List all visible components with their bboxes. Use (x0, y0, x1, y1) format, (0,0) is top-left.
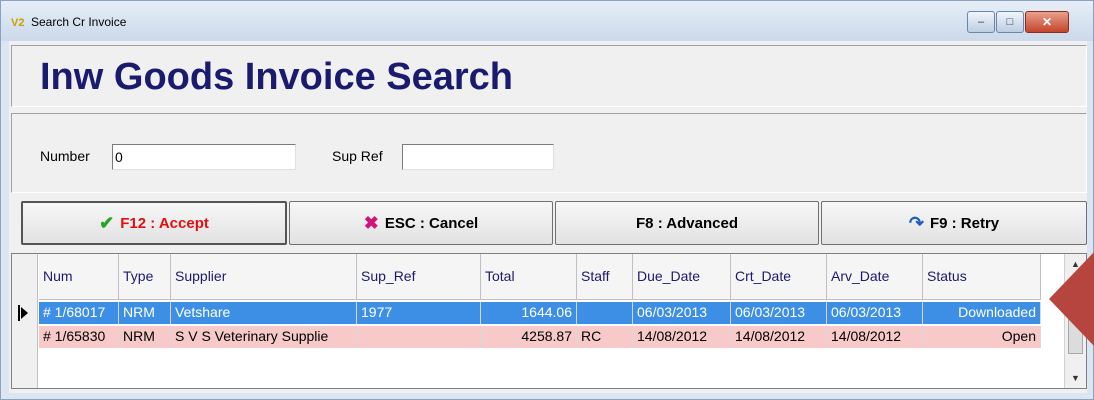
accept-label: F12 : Accept (120, 214, 209, 232)
x-icon: ✖ (363, 212, 379, 233)
col-header-status[interactable]: Status (923, 254, 1041, 300)
retry-icon: ↷ (908, 212, 924, 233)
table-row-cell[interactable]: RC (577, 326, 633, 348)
minimize-button[interactable]: – (967, 11, 995, 33)
current-row-marker (18, 305, 20, 321)
table-row-cell[interactable]: NRM (119, 326, 171, 348)
table-row-cell[interactable]: 1644.06 (481, 302, 577, 324)
pointer-arrow-icon (1049, 251, 1094, 347)
page-title: Inw Goods Invoice Search (40, 56, 514, 98)
table-row-cell[interactable]: Open (923, 326, 1041, 348)
table-row-cell[interactable] (577, 302, 633, 324)
sup-ref-label: Sup Ref (332, 148, 383, 164)
number-input[interactable] (112, 144, 296, 170)
cancel-label: ESC : Cancel (384, 214, 479, 232)
results-grid[interactable]: Num Type Supplier Sup_Ref Total Staff Du… (11, 253, 1087, 389)
close-button[interactable]: ✕ (1025, 11, 1069, 33)
client-area: Inw Goods Invoice Search Number Sup Ref … (9, 41, 1087, 393)
col-header-due-date[interactable]: Due_Date (633, 254, 731, 300)
table-row-cell[interactable]: S V S Veterinary Supplie (171, 326, 357, 348)
scroll-down-icon[interactable]: ▼ (1065, 368, 1086, 388)
table-row-cell[interactable]: Vetshare (171, 302, 357, 324)
close-icon: ✕ (1041, 15, 1053, 29)
col-header-staff[interactable]: Staff (577, 254, 633, 300)
app-icon: V2 (11, 17, 25, 29)
number-label: Number (40, 148, 90, 164)
col-header-arv-date[interactable]: Arv_Date (827, 254, 923, 300)
retry-label: F9 : Retry (929, 214, 1000, 232)
table-row-cell[interactable] (357, 326, 481, 348)
check-icon: ✔ (99, 212, 115, 233)
table-row-cell[interactable]: # 1/65830 (39, 326, 119, 348)
table-row-cell[interactable]: Downloaded (923, 302, 1041, 324)
table-row-cell[interactable]: NRM (119, 302, 171, 324)
sup-ref-input[interactable] (402, 144, 554, 170)
accept-button[interactable]: ✔ F12 : Accept (21, 201, 287, 245)
grid-body: Num Type Supplier Sup_Ref Total Staff Du… (12, 254, 1064, 388)
col-header-num[interactable]: Num (39, 254, 119, 300)
col-header-type[interactable]: Type (119, 254, 171, 300)
header-panel: Inw Goods Invoice Search (11, 45, 1087, 107)
table-row-cell[interactable]: 06/03/2013 (633, 302, 731, 324)
col-header-total[interactable]: Total (481, 254, 577, 300)
table-row-cell[interactable]: 1977 (357, 302, 481, 324)
table-row-cell[interactable]: 14/08/2012 (633, 326, 731, 348)
title-bar[interactable]: V2 Search Cr Invoice – □ ✕ (1, 1, 1093, 41)
col-header-sup-ref[interactable]: Sup_Ref (357, 254, 481, 300)
window: V2 Search Cr Invoice – □ ✕ Inw Goods Inv… (0, 0, 1094, 400)
filter-panel: Number Sup Ref (11, 113, 1087, 193)
col-header-crt-date[interactable]: Crt_Date (731, 254, 827, 300)
advanced-label: F8 : Advanced (636, 214, 738, 232)
table-row-cell[interactable]: 14/08/2012 (731, 326, 827, 348)
maximize-button[interactable]: □ (996, 11, 1024, 33)
window-title: Search Cr Invoice (31, 15, 127, 29)
row-indicator-column (12, 254, 38, 388)
table-row-cell[interactable]: 06/03/2013 (731, 302, 827, 324)
table-row-cell[interactable]: # 1/68017 (39, 302, 119, 324)
action-buttons: ✔ F12 : Accept ✖ ESC : Cancel F8 : Advan… (11, 199, 1087, 249)
table-row-cell[interactable]: 4258.87 (481, 326, 577, 348)
minimize-icon: – (977, 16, 985, 28)
current-row-arrow-icon (21, 307, 28, 319)
retry-button[interactable]: ↷ F9 : Retry (821, 201, 1087, 245)
col-header-supplier[interactable]: Supplier (171, 254, 357, 300)
table-row-cell[interactable]: 06/03/2013 (827, 302, 923, 324)
advanced-button[interactable]: F8 : Advanced (555, 201, 819, 245)
maximize-icon: □ (1006, 16, 1014, 28)
table-row-cell[interactable]: 14/08/2012 (827, 326, 923, 348)
cancel-button[interactable]: ✖ ESC : Cancel (289, 201, 553, 245)
